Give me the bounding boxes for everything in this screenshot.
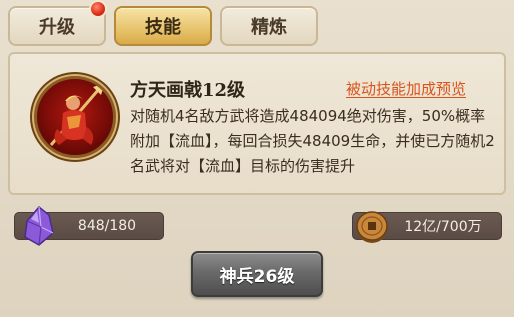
tab-skill-label: 技能: [145, 17, 181, 38]
tab-bar: 升级 技能 精炼: [0, 0, 514, 50]
scroll-fade: [10, 179, 504, 193]
notification-badge-dot: [89, 0, 107, 18]
coin-resource-bar: 12亿/700万: [352, 211, 502, 243]
passive-skill-preview-link[interactable]: 被动技能加成预览: [346, 78, 466, 99]
tab-upgrade-label: 升级: [39, 17, 75, 38]
tab-refine-label: 精炼: [251, 17, 287, 38]
purple-crystal-icon: [24, 205, 54, 246]
skill-description: 对随机4名敌方武将造成484094绝对伤害，50%概率附加【流血】，每回合损失4…: [130, 104, 498, 186]
divine-weapon-level-label: 神兵26级: [219, 266, 295, 287]
halberd-warrior-icon: [34, 76, 116, 158]
skill-name: 方天画戟12级: [130, 80, 246, 101]
skill-description-text: 对随机4名敌方武将造成484094绝对伤害，50%概率附加【流血】，每回合损失4…: [130, 107, 495, 175]
skill-panel: 方天画戟12级 被动技能加成预览 对随机4名敌方武将造成484094绝对伤害，5…: [8, 52, 506, 195]
gem-resource-bar: 848/180: [14, 205, 164, 246]
divine-weapon-level-button[interactable]: 神兵26级: [191, 251, 323, 297]
copper-coin-icon: [356, 211, 388, 243]
tab-skill[interactable]: 技能: [114, 6, 212, 46]
tab-refine[interactable]: 精炼: [220, 6, 318, 46]
